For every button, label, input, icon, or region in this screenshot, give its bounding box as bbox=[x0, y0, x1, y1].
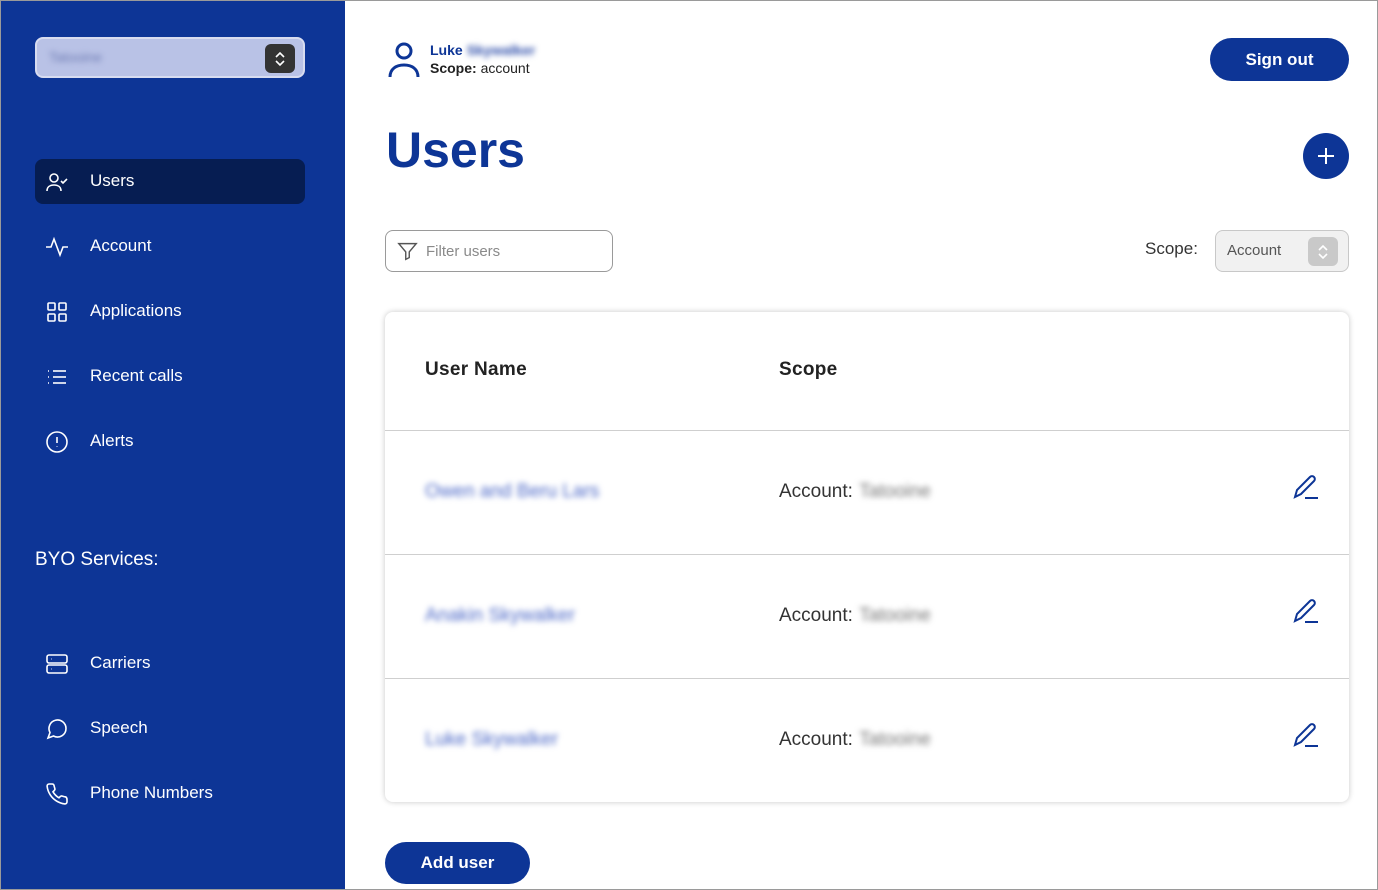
edit-pencil-icon[interactable] bbox=[1291, 720, 1321, 750]
add-user-button[interactable]: Add user bbox=[385, 842, 530, 884]
user-scope: Account: Tatooine bbox=[779, 605, 931, 627]
edit-pencil-icon[interactable] bbox=[1291, 596, 1321, 626]
sign-out-button[interactable]: Sign out bbox=[1210, 38, 1349, 81]
sidebar-item-label: Phone Numbers bbox=[90, 783, 213, 802]
user-scope: Account: Tatooine bbox=[779, 481, 931, 503]
user-icon bbox=[388, 42, 420, 78]
current-user-scope: Scope: account bbox=[430, 60, 530, 76]
user-name-link[interactable]: Owen and Beru Lars bbox=[425, 481, 599, 503]
user-check-icon bbox=[46, 173, 68, 192]
sidebar-item-speech[interactable]: Speech bbox=[35, 706, 305, 751]
grid-icon bbox=[47, 302, 67, 322]
chevron-updown-icon[interactable] bbox=[265, 44, 295, 73]
user-scope: Account: Tatooine bbox=[779, 729, 931, 751]
sidebar-item-phone-numbers[interactable]: Phone Numbers bbox=[35, 771, 305, 816]
sidebar-item-label: Carriers bbox=[90, 653, 151, 672]
scope-account-name: Tatooine bbox=[858, 729, 931, 750]
sidebar-item-account[interactable]: Account bbox=[35, 224, 305, 269]
filter-users-input[interactable] bbox=[426, 240, 606, 262]
byo-services-heading: BYO Services: bbox=[35, 549, 159, 570]
sidebar-item-label: Account bbox=[90, 236, 152, 255]
scope-filter-label: Scope: bbox=[1145, 239, 1198, 258]
user-name-link[interactable]: Luke Skywalker bbox=[425, 729, 558, 751]
table-row: Anakin Skywalker Account: Tatooine bbox=[385, 554, 1349, 678]
sidebar: Tatooine Users Account Applications Rece… bbox=[1, 1, 345, 889]
current-user-name: Luke Skywalker bbox=[430, 42, 535, 58]
column-header-scope: Scope bbox=[779, 359, 838, 380]
sidebar-item-carriers[interactable]: Carriers bbox=[35, 641, 305, 686]
table-row: Luke Skywalker Account: Tatooine bbox=[385, 678, 1349, 802]
filter-icon bbox=[397, 242, 418, 261]
scope-label: Scope: bbox=[430, 60, 477, 76]
add-user-icon-button[interactable] bbox=[1303, 133, 1349, 179]
list-icon bbox=[48, 370, 66, 384]
sidebar-item-label: Applications bbox=[90, 301, 182, 320]
scope-value: account bbox=[480, 60, 530, 76]
chevron-updown-icon[interactable] bbox=[1308, 237, 1338, 266]
app-window: Tatooine Users Account Applications Rece… bbox=[0, 0, 1378, 890]
column-header-user-name: User Name bbox=[425, 359, 527, 380]
user-last-name: Skywalker bbox=[466, 42, 536, 58]
account-selector-value: Tatooine bbox=[49, 49, 102, 65]
account-selector[interactable]: Tatooine bbox=[35, 37, 305, 78]
scope-prefix: Account: bbox=[779, 729, 853, 750]
filter-users-field[interactable] bbox=[385, 230, 613, 272]
sidebar-item-label: Users bbox=[90, 171, 135, 190]
scope-account-name: Tatooine bbox=[858, 481, 931, 502]
scope-filter-select[interactable]: Account bbox=[1215, 230, 1349, 272]
sidebar-item-recent-calls[interactable]: Recent calls bbox=[35, 354, 305, 399]
scope-prefix: Account: bbox=[779, 481, 853, 502]
message-circle-icon bbox=[46, 719, 67, 740]
user-name-link[interactable]: Anakin Skywalker bbox=[425, 605, 575, 627]
scope-filter-value: Account bbox=[1227, 242, 1282, 259]
table-row: Owen and Beru Lars Account: Tatooine bbox=[385, 430, 1349, 554]
activity-icon bbox=[46, 236, 68, 258]
scope-account-name: Tatooine bbox=[858, 605, 931, 626]
page-title: Users bbox=[386, 122, 525, 178]
edit-pencil-icon[interactable] bbox=[1291, 472, 1321, 502]
sidebar-item-alerts[interactable]: Alerts bbox=[35, 419, 305, 464]
plus-icon bbox=[1318, 148, 1334, 164]
sidebar-item-label: Alerts bbox=[90, 431, 134, 450]
sidebar-item-label: Recent calls bbox=[90, 366, 183, 385]
sidebar-item-users[interactable]: Users bbox=[35, 159, 305, 204]
scope-prefix: Account: bbox=[779, 605, 853, 626]
phone-icon bbox=[46, 783, 68, 805]
server-icon bbox=[46, 654, 68, 674]
alert-circle-icon bbox=[46, 431, 68, 453]
sidebar-item-applications[interactable]: Applications bbox=[35, 289, 305, 334]
users-table: User Name Scope Owen and Beru Lars Accou… bbox=[385, 312, 1349, 802]
user-first-name: Luke bbox=[430, 42, 463, 58]
sidebar-item-label: Speech bbox=[90, 718, 148, 737]
